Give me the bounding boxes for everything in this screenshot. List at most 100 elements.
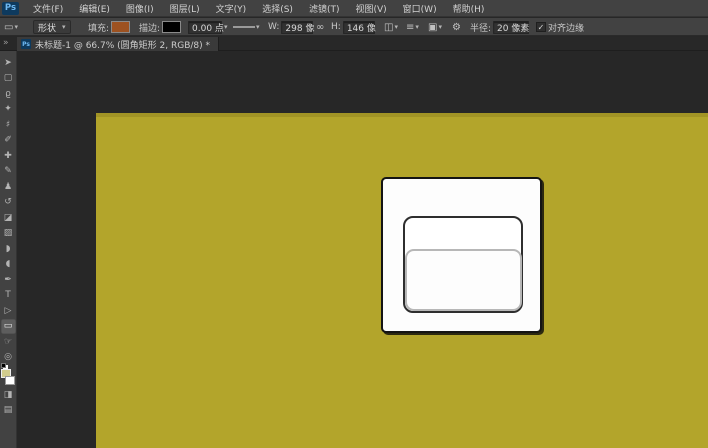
zoom-tool-icon: ◎: [4, 352, 12, 362]
eyedropper-tool-icon: ✐: [4, 135, 12, 145]
menu-file[interactable]: 文件(F): [25, 0, 71, 17]
dodge-tool-icon: ◖: [6, 259, 11, 269]
move-tool-icon: ➤: [4, 58, 12, 68]
path-selection-tool[interactable]: ▷: [1, 303, 16, 318]
tool-preset-button[interactable]: ▭ ▾: [4, 22, 18, 33]
chevron-down-icon[interactable]: ▾: [224, 23, 228, 31]
menu-filter[interactable]: 滤镜(T): [301, 0, 348, 17]
crop-tool[interactable]: ♯: [1, 117, 16, 132]
menu-type[interactable]: 文字(Y): [208, 0, 255, 17]
blur-tool-icon: ◗: [6, 244, 11, 254]
brush-tool[interactable]: ✎: [1, 164, 16, 179]
rounded-rectangle-tool-icon: ▭: [4, 321, 13, 331]
menu-edit[interactable]: 编辑(E): [71, 0, 118, 17]
healing-brush-tool-icon: ✚: [4, 151, 12, 161]
link-dimensions-icon[interactable]: ∞: [316, 22, 324, 33]
quick-selection-tool[interactable]: ✦: [1, 102, 16, 117]
tools-panel: ➤ ▢ ϱ ✦ ♯ ✐ ✚ ✎ ♟ ↺ ◪ ▨ ◗ ◖ ✒ T ▷ ▭ ☞ ◎ …: [0, 51, 17, 448]
stroke-style-preview: [233, 26, 255, 28]
brush-tool-icon: ✎: [4, 166, 12, 176]
radius-label: 半径:: [470, 21, 491, 34]
menu-help[interactable]: 帮助(H): [445, 0, 493, 17]
quick-mask-button[interactable]: ◨: [1, 387, 16, 402]
eyedropper-tool[interactable]: ✐: [1, 133, 16, 148]
dodge-tool[interactable]: ◖: [1, 257, 16, 272]
draw-mode-value: 形状: [38, 21, 56, 34]
path-operations-button[interactable]: ◫ ▾: [384, 22, 398, 33]
path-alignment-button[interactable]: ≡ ▾: [406, 22, 419, 33]
quick-mask-icon: ◨: [4, 390, 13, 400]
path-selection-tool-icon: ▷: [5, 306, 12, 316]
clone-stamp-tool-icon: ♟: [4, 182, 12, 192]
height-label: H:: [331, 22, 341, 32]
shape-height-field[interactable]: 146 像: [343, 21, 375, 34]
chevron-down-icon: ▾: [256, 23, 260, 31]
chevron-down-icon: ▾: [438, 23, 442, 31]
rounded-rectangle-shape-2[interactable]: [405, 249, 522, 311]
path-arrangement-icon: ▣: [428, 22, 437, 33]
crop-tool-icon: ♯: [6, 120, 10, 130]
align-edges-checkbox[interactable]: ✓: [536, 22, 546, 32]
screen-mode-button[interactable]: ▤: [1, 403, 16, 418]
path-arrangement-button[interactable]: ▣ ▾: [428, 22, 442, 33]
gear-icon[interactable]: ⚙: [452, 22, 461, 33]
shape-width-field[interactable]: 298 像: [281, 21, 313, 34]
radius-field[interactable]: 20 像素: [493, 21, 529, 34]
chevron-down-icon: ▾: [62, 23, 66, 31]
menu-bar: Ps 文件(F) 编辑(E) 图像(I) 图层(L) 文字(Y) 选择(S) 滤…: [0, 0, 708, 17]
document-tab-bar: » Ps 未标题-1 @ 66.7% (圆角矩形 2, RGB/8) *: [0, 37, 708, 51]
stroke-color-swatch[interactable]: [162, 21, 181, 33]
fill-color-swatch[interactable]: [111, 21, 130, 33]
menu-select[interactable]: 选择(S): [254, 0, 301, 17]
photoshop-logo[interactable]: Ps: [2, 2, 19, 15]
background-color-swatch[interactable]: [5, 376, 15, 385]
chevron-down-icon: ▾: [14, 23, 18, 31]
stroke-label: 描边:: [139, 21, 160, 34]
quick-selection-tool-icon: ✦: [4, 104, 12, 114]
eraser-tool[interactable]: ◪: [1, 210, 16, 225]
rounded-rectangle-preset-icon: ▭: [4, 22, 13, 33]
type-tool-icon: T: [5, 290, 11, 300]
hand-tool-icon: ☞: [4, 337, 12, 347]
document-title: 未标题-1 @ 66.7% (圆角矩形 2, RGB/8) *: [35, 38, 210, 51]
chevron-down-icon: ▾: [394, 23, 398, 31]
menu-image[interactable]: 图像(I): [118, 0, 162, 17]
photoshop-window: { "colors": { "chrome_bg": "#424242", "w…: [0, 0, 708, 448]
pen-tool[interactable]: ✒: [1, 272, 16, 287]
history-brush-tool-icon: ↺: [4, 197, 12, 207]
move-tool[interactable]: ➤: [1, 55, 16, 70]
draw-mode-select[interactable]: 形状 ▾: [33, 20, 71, 34]
menu-layer[interactable]: 图层(L): [162, 0, 208, 17]
path-alignment-icon: ≡: [406, 22, 414, 33]
toolbar-collapse-icon[interactable]: »: [3, 38, 9, 48]
lasso-tool-icon: ϱ: [5, 89, 11, 99]
hand-tool[interactable]: ☞: [1, 334, 16, 349]
gradient-tool-icon: ▨: [4, 228, 13, 238]
menu-window[interactable]: 窗口(W): [395, 0, 445, 17]
healing-brush-tool[interactable]: ✚: [1, 148, 16, 163]
rectangular-marquee-tool[interactable]: ▢: [1, 71, 16, 86]
clone-stamp-tool[interactable]: ♟: [1, 179, 16, 194]
gradient-tool[interactable]: ▨: [1, 226, 16, 241]
stroke-style-select[interactable]: ▾: [233, 23, 260, 31]
marquee-tool-icon: ▢: [4, 73, 13, 83]
stroke-width-field[interactable]: 0.00 点: [188, 21, 222, 34]
lasso-tool[interactable]: ϱ: [1, 86, 16, 101]
document-tab[interactable]: Ps 未标题-1 @ 66.7% (圆角矩形 2, RGB/8) *: [17, 37, 219, 51]
eraser-tool-icon: ◪: [4, 213, 13, 223]
menu-view[interactable]: 视图(V): [347, 0, 394, 17]
pen-tool-icon: ✒: [4, 275, 12, 285]
blur-tool[interactable]: ◗: [1, 241, 16, 256]
canvas-top-edge: [96, 113, 708, 117]
width-label: W:: [268, 22, 279, 32]
align-edges-label: 对齐边缘: [548, 21, 584, 34]
rounded-rectangle-tool[interactable]: ▭: [1, 319, 16, 334]
fill-label: 填充:: [88, 21, 109, 34]
history-brush-tool[interactable]: ↺: [1, 195, 16, 210]
default-colors-icon[interactable]: [1, 363, 6, 368]
chevron-down-icon: ▾: [415, 23, 419, 31]
type-tool[interactable]: T: [1, 288, 16, 303]
screen-mode-icon: ▤: [4, 405, 13, 415]
path-operations-icon: ◫: [384, 22, 393, 33]
color-swatches: [1, 367, 16, 387]
